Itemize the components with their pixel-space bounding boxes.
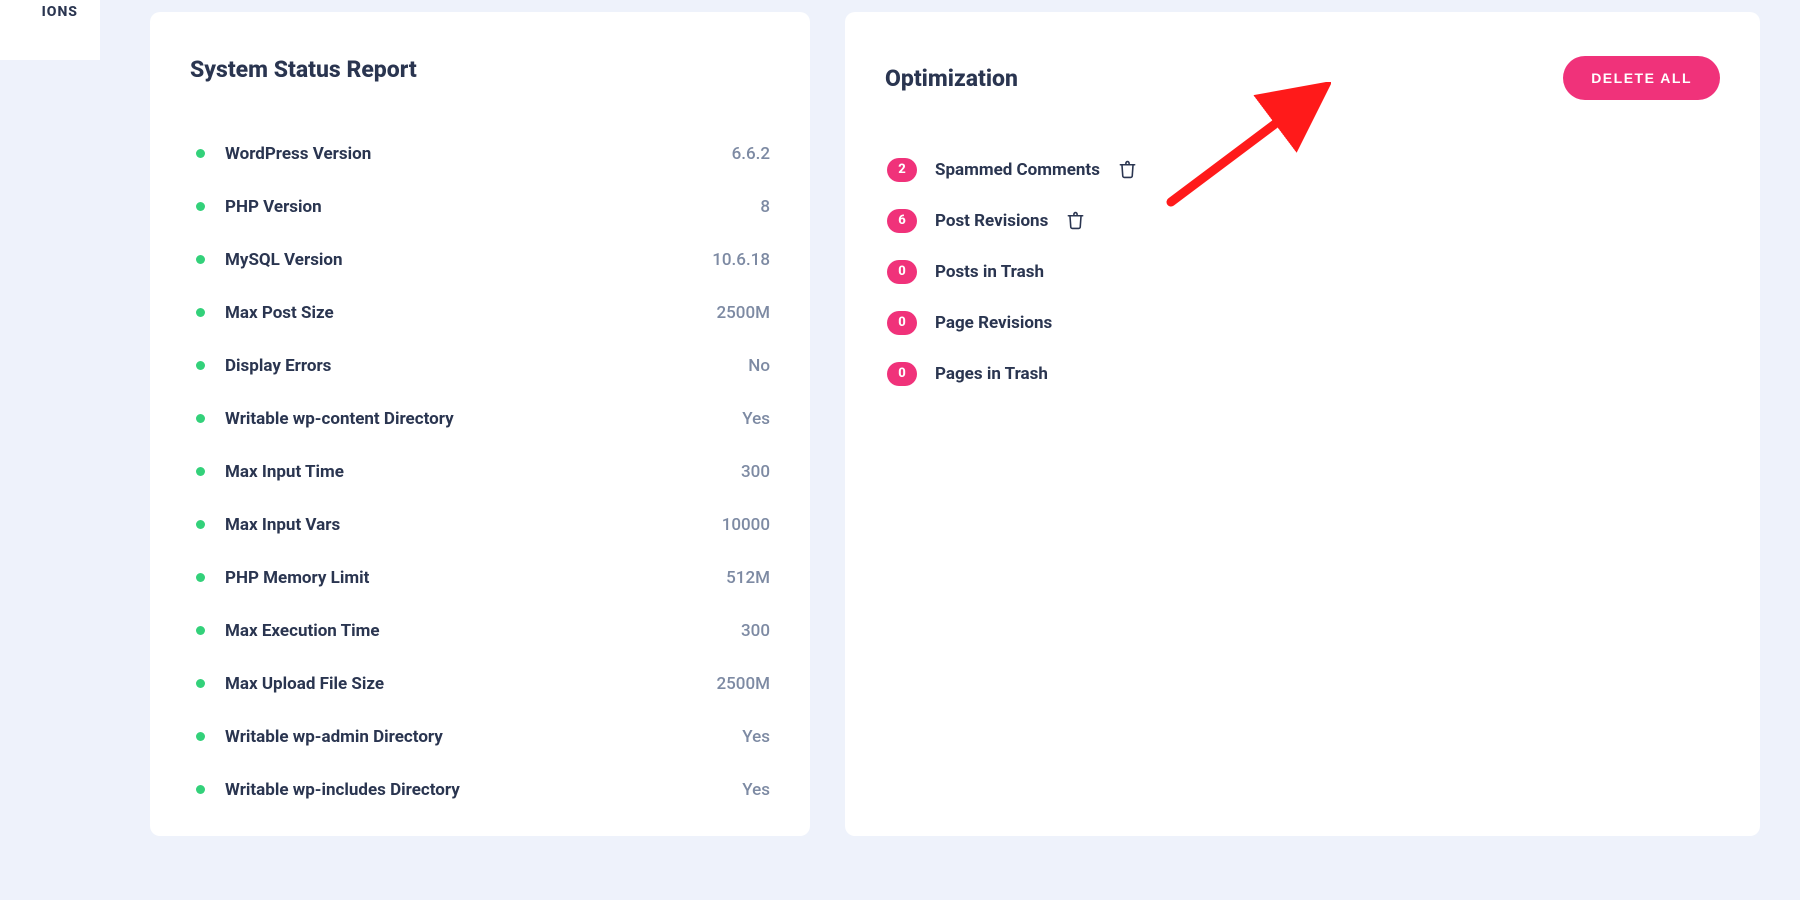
status-row: Display ErrorsNo [190,339,770,392]
sidebar-fragment-label: IONS [42,4,78,20]
status-label: WordPress Version [225,144,732,164]
status-value: Yes [742,780,770,800]
status-row: Writable wp-content DirectoryYes [190,392,770,445]
optimization-row: 0 Pages in Trash [885,348,1720,399]
status-value: 10000 [722,515,770,535]
count-badge: 2 [887,158,917,182]
status-label: Writable wp-admin Directory [225,727,742,747]
status-label: Max Input Time [225,462,741,482]
optimization-label: Spammed Comments [935,160,1100,180]
status-label: Max Input Vars [225,515,722,535]
status-value: 6.6.2 [732,144,770,164]
status-value: 300 [741,621,770,641]
status-row: Max Execution Time300 [190,604,770,657]
system-status-card: System Status Report WordPress Version6.… [150,12,810,836]
status-label: Max Post Size [225,303,716,323]
status-row: Writable wp-includes DirectoryYes [190,763,770,816]
status-value: 8 [760,197,770,217]
status-row: PHP Version8 [190,180,770,233]
status-ok-dot-icon [196,626,205,635]
status-row: Max Input Time300 [190,445,770,498]
status-row: Writable wp-admin DirectoryYes [190,710,770,763]
status-ok-dot-icon [196,414,205,423]
status-row: MySQL Version10.6.18 [190,233,770,286]
status-label: Writable wp-includes Directory [225,780,742,800]
optimization-title: Optimization [885,65,1018,92]
count-badge: 0 [887,311,917,335]
status-value: No [748,356,770,376]
optimization-row: 6 Post Revisions [885,195,1720,246]
status-row: Max Post Size2500M [190,286,770,339]
trash-icon[interactable] [1118,159,1137,180]
main-content: System Status Report WordPress Version6.… [150,12,1760,836]
optimization-row: 0 Page Revisions [885,297,1720,348]
status-ok-dot-icon [196,308,205,317]
status-ok-dot-icon [196,361,205,370]
optimization-row: 0 Posts in Trash [885,246,1720,297]
status-value: 512M [726,568,770,588]
status-value: 2500M [716,303,770,323]
status-value: 2500M [716,674,770,694]
status-value: 300 [741,462,770,482]
status-label: MySQL Version [225,250,712,270]
optimization-card: Optimization DELETE ALL 2 Spammed Comment… [845,12,1760,836]
status-ok-dot-icon [196,255,205,264]
status-ok-dot-icon [196,467,205,476]
optimization-label: Page Revisions [935,313,1052,333]
status-label: PHP Memory Limit [225,568,726,588]
status-row: Max Input Vars10000 [190,498,770,551]
status-row: PHP Memory Limit512M [190,551,770,604]
count-badge: 0 [887,362,917,386]
status-ok-dot-icon [196,785,205,794]
status-row: WordPress Version6.6.2 [190,127,770,180]
optimization-label: Pages in Trash [935,364,1048,384]
status-label: Max Upload File Size [225,674,716,694]
status-ok-dot-icon [196,573,205,582]
optimization-row: 2 Spammed Comments [885,144,1720,195]
status-label: PHP Version [225,197,760,217]
status-value: Yes [742,727,770,747]
delete-all-button[interactable]: DELETE ALL [1563,56,1720,100]
sidebar-fragment: IONS [0,0,100,60]
status-ok-dot-icon [196,520,205,529]
status-ok-dot-icon [196,202,205,211]
count-badge: 6 [887,209,917,233]
status-ok-dot-icon [196,679,205,688]
trash-icon[interactable] [1066,210,1085,231]
status-value: Yes [742,409,770,429]
status-value: 10.6.18 [712,250,770,270]
status-row: Max Upload File Size2500M [190,657,770,710]
status-label: Writable wp-content Directory [225,409,742,429]
system-status-title: System Status Report [190,56,770,83]
optimization-label: Post Revisions [935,211,1048,231]
status-label: Max Execution Time [225,621,741,641]
optimization-label: Posts in Trash [935,262,1044,282]
status-label: Display Errors [225,356,748,376]
status-ok-dot-icon [196,149,205,158]
count-badge: 0 [887,260,917,284]
status-ok-dot-icon [196,732,205,741]
